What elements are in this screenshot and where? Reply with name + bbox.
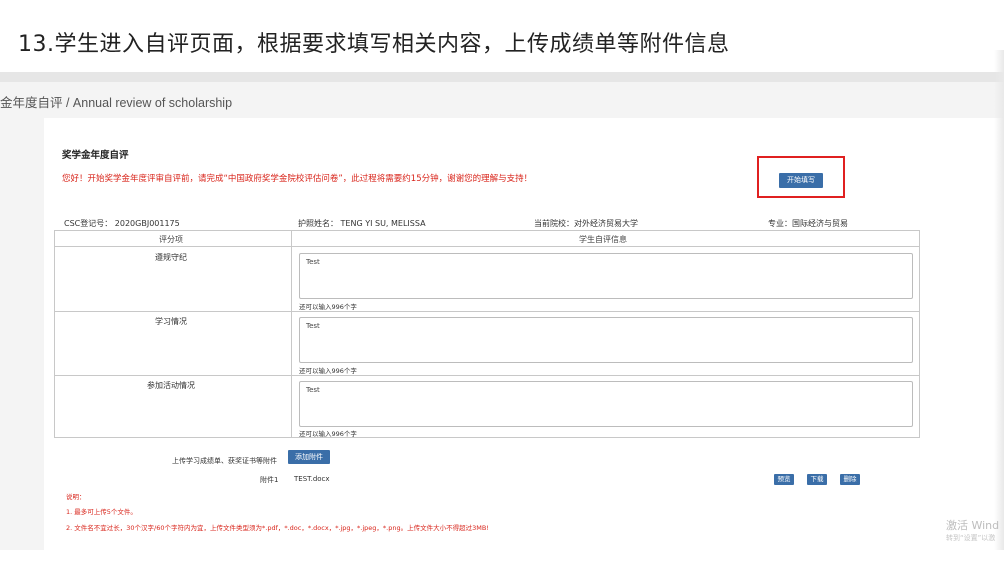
textarea-value: Test: [306, 322, 320, 330]
panel-left-gutter: [0, 118, 44, 550]
start-filling-button[interactable]: 开始填写: [779, 173, 823, 188]
textarea-value: Test: [306, 258, 320, 266]
survey-notice: 您好！开始奖学金年度评审自评前，请完成“中国政府奖学金院校评估问卷”，此过程将需…: [62, 174, 533, 184]
remaining-chars: 还可以输入996个字: [299, 367, 357, 375]
attachment-filename: TEST.docx: [294, 475, 330, 483]
activation-watermark: 激活 Wind: [946, 519, 1000, 532]
attachment-label: 附件1: [260, 476, 279, 484]
notes-heading: 说明：: [66, 493, 86, 501]
right-edge-shadow: [994, 50, 1004, 550]
add-attachment-button[interactable]: 添加附件: [288, 450, 330, 464]
top-strip: [0, 72, 1004, 82]
self-review-table: 评分项 学生自评信息 遵规守纪 Test 还可以输入996个字 学习情况 Tes…: [54, 230, 920, 438]
row-label-study: 学习情况: [155, 317, 187, 326]
delete-button[interactable]: 删除: [840, 474, 860, 485]
major: 专业：国际经济与贸易: [768, 219, 848, 228]
table-header-divider: [55, 246, 919, 247]
table-header-item: 评分项: [159, 235, 183, 244]
table-row-divider: [55, 375, 919, 376]
discipline-textarea[interactable]: Test: [299, 253, 913, 299]
breadcrumb[interactable]: 金年度自评 / Annual review of scholarship: [0, 92, 232, 111]
current-school: 当前院校：对外经济贸易大学: [534, 219, 638, 228]
passport-name: 护照姓名： TENG YI SU, MELISSA: [298, 219, 426, 228]
download-button[interactable]: 下载: [807, 474, 827, 485]
note-item: 1. 最多可上传5个文件。: [66, 508, 137, 516]
upload-label: 上传学习成绩单、获奖证书等附件: [172, 457, 277, 465]
section-title: 奖学金年度自评: [62, 150, 129, 161]
slide-title: 13.学生进入自评页面，根据要求填写相关内容，上传成绩单等附件信息: [18, 32, 730, 57]
csc-number: CSC登记号： 2020GBJ001175: [64, 219, 180, 228]
activities-textarea[interactable]: Test: [299, 381, 913, 427]
note-item: 2. 文件名不宜过长，30个汉字/60个字符内为宜，上传文件类型须为*.pdf，…: [66, 524, 489, 532]
row-label-activities: 参加活动情况: [147, 381, 195, 390]
table-column-divider: [291, 231, 292, 437]
study-textarea[interactable]: Test: [299, 317, 913, 363]
preview-button[interactable]: 预览: [774, 474, 794, 485]
table-header-info: 学生自评信息: [579, 235, 627, 244]
row-label-discipline: 遵规守纪: [155, 253, 187, 262]
table-row-divider: [55, 311, 919, 312]
textarea-value: Test: [306, 386, 320, 394]
remaining-chars: 还可以输入996个字: [299, 303, 357, 311]
remaining-chars: 还可以输入996个字: [299, 430, 357, 438]
activation-watermark-sub: 转到“设置”以激: [946, 534, 996, 542]
